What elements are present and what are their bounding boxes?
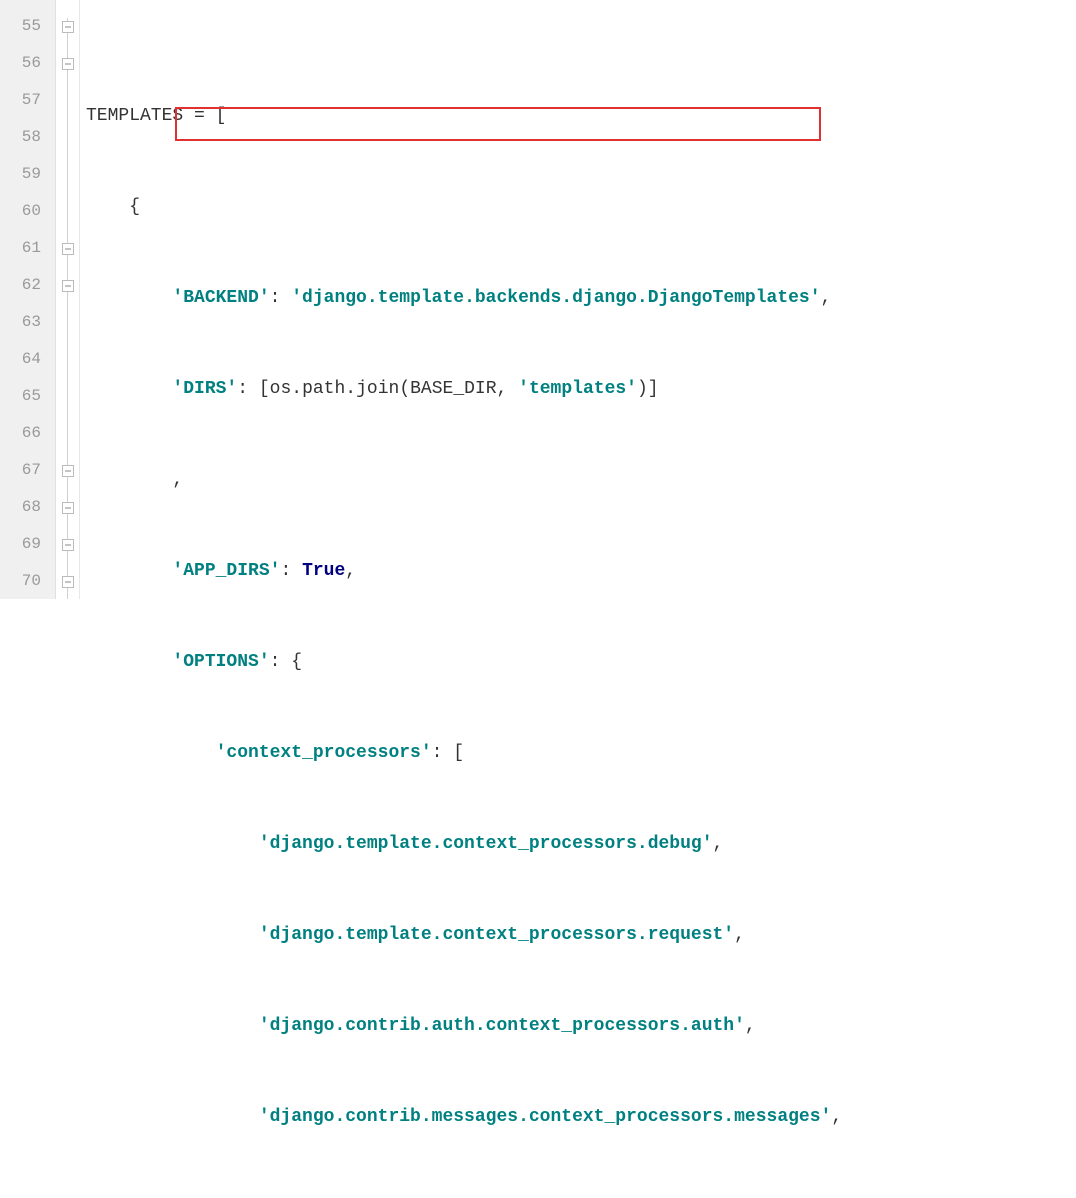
line-number: 67: [0, 452, 55, 489]
dict-key: 'APP_DIRS': [172, 561, 280, 581]
code-line[interactable]: TEMPLATES = [: [86, 98, 1076, 135]
code-line[interactable]: 'BACKEND': 'django.template.backends.dja…: [86, 280, 1076, 317]
punct: : [: [432, 743, 464, 763]
string: 'django.contrib.messages.context_process…: [259, 1107, 832, 1127]
punct: ,: [345, 561, 356, 581]
indent: [86, 834, 259, 854]
fold-collapse-icon[interactable]: [62, 58, 74, 70]
line-number: 64: [0, 341, 55, 378]
indent: [86, 652, 172, 672]
indent: [86, 1107, 259, 1127]
fold-column: [56, 0, 80, 599]
variable: TEMPLATES: [86, 106, 183, 126]
code-line[interactable]: 'OPTIONS': {: [86, 644, 1076, 681]
punct: : [: [237, 379, 269, 399]
punct: ,: [172, 470, 183, 490]
ident: path: [302, 379, 345, 399]
code-editor[interactable]: TEMPLATES = [ { 'BACKEND': 'django.templ…: [80, 0, 1076, 599]
line-number: 69: [0, 526, 55, 563]
code-line[interactable]: 'django.contrib.messages.context_process…: [86, 1099, 1076, 1136]
code-line[interactable]: 'context_processors': [: [86, 735, 1076, 772]
line-number: 65: [0, 378, 55, 415]
indent: [86, 379, 172, 399]
ident: BASE_DIR: [410, 379, 496, 399]
string: 'django.template.context_processors.requ…: [259, 925, 734, 945]
punct: ,: [831, 1107, 842, 1127]
string: 'django.contrib.auth.context_processors.…: [259, 1016, 745, 1036]
line-number: 61: [0, 230, 55, 267]
ident: join: [356, 379, 399, 399]
line-number-gutter: 55 56 57 58 59 60 61 62 63 64 65 66 67 6…: [0, 0, 56, 599]
indent: [86, 1016, 259, 1036]
fold-collapse-icon[interactable]: [62, 243, 74, 255]
punct: = [: [183, 106, 226, 126]
indent: [86, 925, 259, 945]
code-line[interactable]: 'django.contrib.auth.context_processors.…: [86, 1008, 1076, 1045]
punct: : {: [270, 652, 302, 672]
code-line[interactable]: 'django.template.context_processors.requ…: [86, 917, 1076, 954]
line-number: 58: [0, 119, 55, 156]
line-number: 62: [0, 267, 55, 304]
code-line[interactable]: 'django.template.context_processors.debu…: [86, 826, 1076, 863]
string: 'django.template.backends.django.DjangoT…: [291, 288, 820, 308]
punct: ,: [745, 1016, 756, 1036]
brace: {: [129, 197, 140, 217]
line-number: 66: [0, 415, 55, 452]
indent: [86, 470, 172, 490]
line-number: 70: [0, 563, 55, 600]
line-number: 56: [0, 45, 55, 82]
code-line[interactable]: ],: [86, 1190, 1076, 1198]
indent: [86, 561, 172, 581]
punct: ,: [713, 834, 724, 854]
punct: :: [280, 561, 302, 581]
indent: [86, 288, 172, 308]
fold-close-icon[interactable]: [62, 465, 74, 477]
line-number: 63: [0, 304, 55, 341]
fold-close-icon[interactable]: [62, 539, 74, 551]
line-number: 60: [0, 193, 55, 230]
code-line[interactable]: ,: [86, 462, 1076, 499]
line-number: 57: [0, 82, 55, 119]
code-line[interactable]: 'APP_DIRS': True,: [86, 553, 1076, 590]
punct: ,: [734, 925, 745, 945]
punct: ,: [821, 288, 832, 308]
indent: [86, 743, 216, 763]
fold-collapse-icon[interactable]: [62, 280, 74, 292]
fold-close-icon[interactable]: [62, 502, 74, 514]
dict-key: 'OPTIONS': [172, 652, 269, 672]
code-line[interactable]: {: [86, 189, 1076, 226]
string: 'templates': [518, 379, 637, 399]
string: 'django.template.context_processors.debu…: [259, 834, 713, 854]
indent: [86, 197, 129, 217]
line-number: 68: [0, 489, 55, 526]
dict-key: 'DIRS': [172, 379, 237, 399]
line-number: 59: [0, 156, 55, 193]
dict-key: 'BACKEND': [172, 288, 269, 308]
ident: os: [270, 379, 292, 399]
fold-collapse-icon[interactable]: [62, 21, 74, 33]
line-number: 55: [0, 8, 55, 45]
code-line[interactable]: 'DIRS': [os.path.join(BASE_DIR, 'templat…: [86, 371, 1076, 408]
fold-close-icon[interactable]: [62, 576, 74, 588]
punct: :: [270, 288, 292, 308]
dict-key: 'context_processors': [216, 743, 432, 763]
bool: True: [302, 561, 345, 581]
